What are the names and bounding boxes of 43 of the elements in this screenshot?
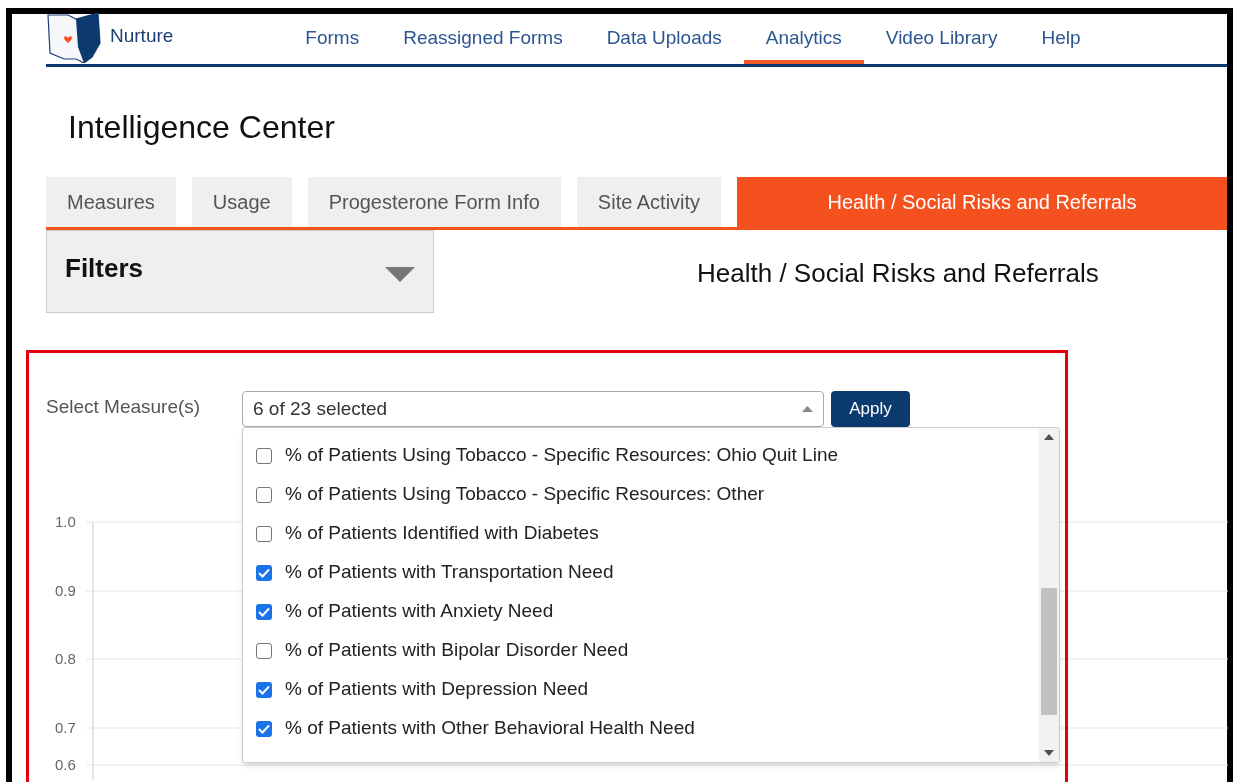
checkbox[interactable] [256,486,272,503]
axis-label: 0.9 [55,583,76,598]
measure-option[interactable]: % of Patients with Other Behavioral Health Need [256,709,695,748]
brand-name[interactable]: Nurture [110,22,174,51]
filters-panel[interactable]: Filters [46,230,434,313]
measure-option[interactable]: % of Patients Identified with Diabetes [256,514,599,553]
nav-link[interactable]: Help [1019,14,1103,64]
tab[interactable]: Measures [46,177,176,227]
measure-option[interactable]: % of Patients with Transportation Need [256,553,614,592]
checkbox[interactable] [256,603,272,620]
apply-button[interactable]: Apply [831,391,910,427]
axis-label: 0.6 [55,757,76,772]
nav-link[interactable]: Data Uploads [584,14,744,64]
measure-select[interactable]: 6 of 23 selected [242,391,824,427]
measure-option[interactable]: % of Patients Using Tobacco - Specific Resources: Ohio Quit Line [256,436,839,475]
scroll-down-icon[interactable] [1044,750,1054,756]
scroll-up-icon[interactable] [1044,434,1054,440]
page-title: Intelligence Center [68,111,335,143]
tab[interactable]: Site Activity [576,177,722,227]
section-title: Health / Social Risks and Referrals [697,260,1099,286]
tab[interactable]: Progesterone Form Info [307,177,561,227]
measure-option[interactable]: % of Patients with Depression Need [256,670,589,709]
checkbox[interactable] [256,447,272,464]
select-label: Select Measure(s) [46,397,201,416]
checkbox[interactable] [256,564,272,581]
nav-link[interactable]: Forms [283,14,382,64]
scrollbar[interactable] [1039,428,1059,762]
measure-option[interactable]: % of Patients with Bipolar Disorder Need [256,631,629,670]
measure-option[interactable]: % of Patients Using Tobacco - Specific Resources: Other [256,475,765,514]
tab[interactable]: Usage [191,177,292,227]
nav-link[interactable]: Reassigned Forms [381,14,585,64]
checkbox[interactable] [256,525,272,542]
axis-label: 0.8 [55,651,76,666]
filters-title: Filters [65,255,144,281]
measure-option[interactable]: % of Patients with Anxiety Need [256,592,554,631]
caret-icon [385,267,415,282]
checkbox[interactable] [256,681,272,698]
checkbox[interactable] [256,642,272,659]
caret-icon [802,406,813,412]
checkbox[interactable] [256,720,272,737]
nav-link[interactable]: Video Library [863,14,1020,64]
axis-label: 0.7 [55,720,76,735]
axis-label: 1.0 [55,514,76,529]
